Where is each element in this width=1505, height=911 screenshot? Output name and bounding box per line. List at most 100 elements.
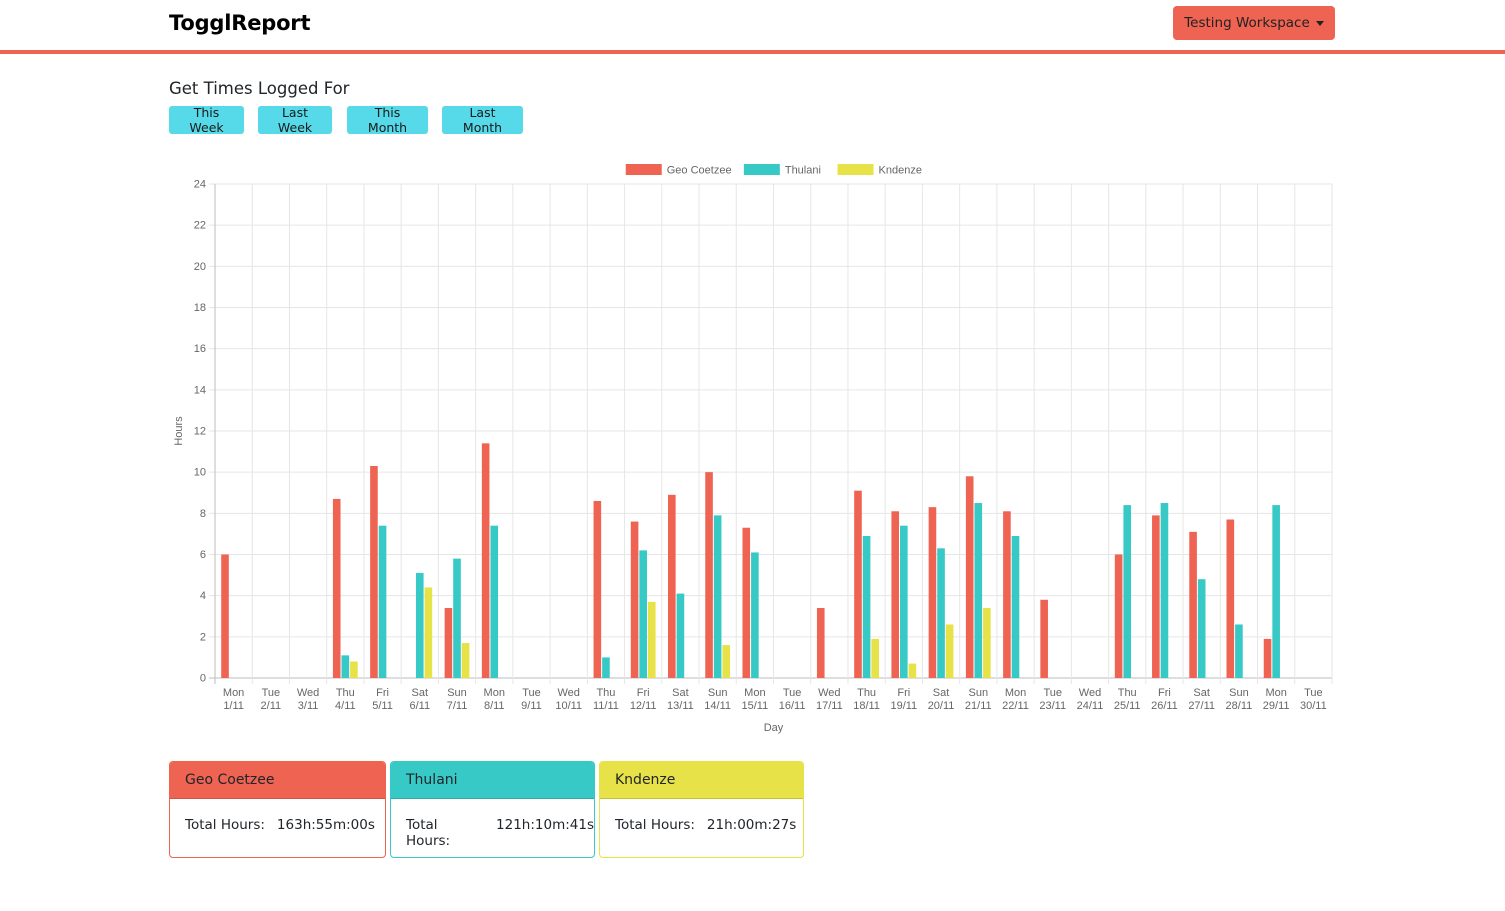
x-tick-day: Sat bbox=[933, 687, 950, 699]
y-tick-label: 14 bbox=[194, 384, 206, 396]
bar-thulani bbox=[1197, 579, 1206, 678]
last-month-button[interactable]: Last Month bbox=[442, 105, 523, 135]
bar-thulani bbox=[974, 503, 983, 678]
bar-geo-coetzee bbox=[444, 608, 453, 678]
x-tick-day: Wed bbox=[558, 687, 580, 699]
bar-thulani bbox=[415, 573, 424, 678]
total-hours-value: 121h:10m:41s bbox=[496, 817, 594, 833]
x-tick-date: 4/11 bbox=[335, 700, 356, 712]
workspace-label: Testing Workspace bbox=[1184, 15, 1310, 31]
bar-geo-coetzee bbox=[370, 465, 378, 678]
this-month-button[interactable]: This Month bbox=[347, 105, 428, 135]
x-tick-date: 30/11 bbox=[1300, 700, 1327, 712]
x-tick-date: 13/11 bbox=[667, 700, 694, 712]
bar-geo-coetzee bbox=[630, 521, 639, 678]
bar-geo-coetzee bbox=[1003, 511, 1011, 678]
bar-thulani bbox=[1123, 505, 1132, 678]
x-tick-day: Fri bbox=[376, 687, 389, 699]
bar-thulani bbox=[937, 548, 945, 678]
bar-thulani bbox=[378, 525, 387, 678]
y-tick-label: 4 bbox=[200, 590, 206, 602]
x-tick-day: Sat bbox=[672, 687, 689, 699]
y-tick-label: 16 bbox=[194, 343, 206, 355]
x-tick-day: Mon bbox=[744, 687, 765, 699]
x-tick-date: 25/11 bbox=[1114, 700, 1141, 712]
x-tick-day: Sat bbox=[1193, 687, 1210, 699]
bar-geo-coetzee bbox=[965, 476, 974, 678]
total-hours-value: 21h:00m:27s bbox=[706, 817, 797, 833]
last-week-button[interactable]: Last Week bbox=[258, 105, 332, 135]
x-tick-day: Sun bbox=[708, 687, 728, 699]
x-tick-day: Sun bbox=[1229, 687, 1249, 699]
x-tick-day: Tue bbox=[262, 687, 281, 699]
bar-thulani bbox=[639, 550, 647, 678]
x-tick-day: Wed bbox=[1079, 687, 1101, 699]
bar-thulani bbox=[751, 552, 759, 678]
x-tick-date: 27/11 bbox=[1188, 700, 1215, 712]
bar-geo-coetzee bbox=[593, 500, 602, 678]
top-navbar: TogglReport Testing Workspace bbox=[0, 0, 1505, 54]
legend-label: Thulani bbox=[785, 165, 821, 177]
x-tick-date: 28/11 bbox=[1226, 700, 1253, 712]
bar-geo-coetzee bbox=[668, 494, 676, 678]
card-header: Geo Coetzee bbox=[170, 762, 385, 799]
x-tick-date: 8/11 bbox=[484, 700, 505, 712]
bar-geo-coetzee bbox=[221, 554, 229, 678]
bar-kndenze bbox=[722, 645, 731, 678]
x-tick-day: Mon bbox=[1005, 687, 1026, 699]
brand-title[interactable]: TogglReport bbox=[169, 11, 310, 35]
hours-bar-chart: 024681012141618202224Mon1/11Tue2/11Wed3/… bbox=[173, 164, 1333, 734]
x-tick-day: Sun bbox=[447, 687, 467, 699]
workspace-dropdown-button[interactable]: Testing Workspace bbox=[1173, 6, 1335, 40]
x-tick-date: 11/11 bbox=[593, 700, 619, 712]
y-tick-label: 2 bbox=[200, 631, 206, 643]
x-tick-day: Thu bbox=[596, 687, 615, 699]
total-hours-value: 163h:55m:00s bbox=[276, 817, 375, 833]
x-tick-date: 6/11 bbox=[409, 700, 430, 712]
bar-geo-coetzee bbox=[1040, 599, 1048, 678]
bar-thulani bbox=[453, 558, 461, 678]
bar-geo-coetzee bbox=[481, 443, 490, 678]
x-tick-date: 21/11 bbox=[965, 700, 992, 712]
bar-geo-coetzee bbox=[1152, 515, 1160, 678]
x-tick-date: 12/11 bbox=[630, 700, 657, 712]
x-tick-day: Mon bbox=[223, 687, 244, 699]
this-week-button[interactable]: This Week bbox=[169, 105, 244, 135]
x-tick-day: Mon bbox=[1265, 687, 1286, 699]
x-tick-date: 19/11 bbox=[890, 700, 917, 712]
bar-kndenze bbox=[945, 624, 954, 678]
y-tick-label: 20 bbox=[194, 261, 206, 273]
x-tick-date: 14/11 bbox=[704, 700, 731, 712]
x-tick-day: Mon bbox=[484, 687, 505, 699]
card-body: Total Hours: 163h:55m:00s bbox=[170, 799, 385, 833]
bar-geo-coetzee bbox=[742, 527, 751, 678]
x-tick-day: Wed bbox=[297, 687, 319, 699]
bar-thulani bbox=[862, 535, 871, 678]
x-tick-date: 2/11 bbox=[261, 700, 282, 712]
total-hours-label: Total Hours: bbox=[406, 817, 451, 849]
y-tick-label: 10 bbox=[194, 467, 206, 479]
x-tick-day: Wed bbox=[818, 687, 840, 699]
x-tick-day: Sun bbox=[968, 687, 988, 699]
y-tick-label: 0 bbox=[200, 673, 206, 685]
x-tick-day: Tue bbox=[783, 687, 802, 699]
x-tick-date: 24/11 bbox=[1077, 700, 1104, 712]
x-tick-date: 22/11 bbox=[1002, 700, 1029, 712]
x-tick-day: Tue bbox=[522, 687, 541, 699]
card-body: Total Hours: 121h:10m:41s bbox=[391, 799, 594, 849]
bar-thulani bbox=[900, 525, 908, 678]
bar-geo-coetzee bbox=[928, 507, 937, 678]
bar-kndenze bbox=[908, 663, 917, 678]
legend-label: Kndenze bbox=[879, 165, 922, 177]
x-tick-date: 17/11 bbox=[816, 700, 843, 712]
legend-swatch bbox=[743, 164, 780, 175]
bar-geo-coetzee bbox=[1263, 638, 1272, 678]
y-tick-label: 6 bbox=[200, 549, 206, 561]
x-tick-date: 5/11 bbox=[372, 700, 393, 712]
bar-thulani bbox=[676, 593, 685, 678]
x-tick-day: Thu bbox=[336, 687, 355, 699]
bar-kndenze bbox=[424, 587, 433, 678]
x-axis-title: Day bbox=[764, 722, 784, 734]
x-tick-date: 1/11 bbox=[223, 700, 244, 712]
legend-label: Geo Coetzee bbox=[667, 165, 732, 177]
